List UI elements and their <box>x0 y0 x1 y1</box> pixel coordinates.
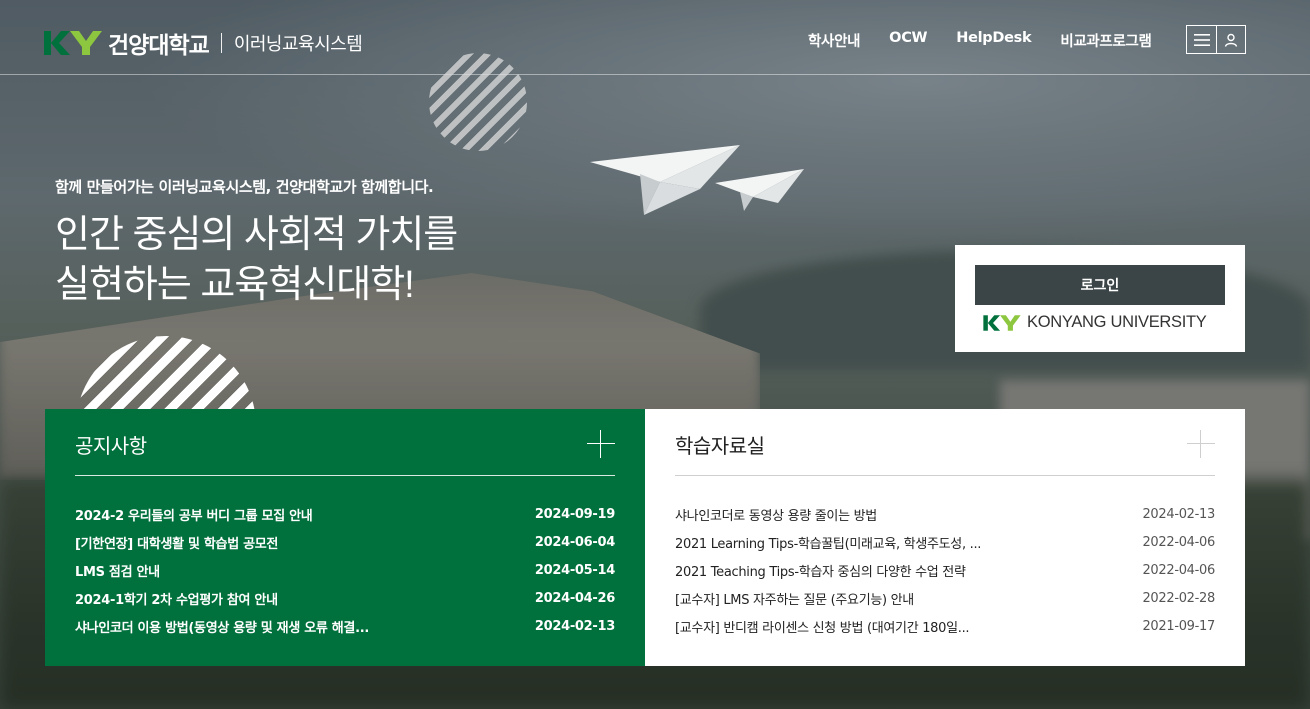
archive-item-date: 2021-09-17 <box>1142 618 1215 634</box>
header-icon-group <box>1186 25 1246 54</box>
notice-title: 공지사항 <box>75 433 147 458</box>
notice-item-title: 2024-1학기 2차 수업평가 참여 안내 <box>75 592 278 608</box>
archive-item-date: 2024-02-13 <box>1142 506 1215 522</box>
notice-more-plus-icon[interactable] <box>587 430 615 458</box>
archive-title: 학습자료실 <box>675 433 765 458</box>
user-icon[interactable] <box>1216 26 1245 53</box>
nav-helpdesk[interactable]: HelpDesk <box>956 30 1031 51</box>
konyang-university-text: KONYANG UNIVERSITY <box>1027 313 1207 331</box>
login-button[interactable]: 로그인 <box>975 265 1225 305</box>
notice-panel-header: 공지사항 <box>75 409 615 476</box>
nav-extracurricular[interactable]: 비교과프로그램 <box>1060 30 1152 51</box>
notice-item-date: 2024-06-04 <box>534 534 615 550</box>
archive-item-date: 2022-04-06 <box>1142 534 1215 550</box>
archive-item[interactable]: [교수자] LMS 자주하는 질문 (주요기능) 안내 2022-02-28 <box>675 584 1215 612</box>
nav-academic-info[interactable]: 학사안내 <box>808 30 860 51</box>
archive-item-title: 샤나인코더로 동영상 용량 줄이는 방법 <box>675 508 877 524</box>
ky-logo-icon <box>983 314 1021 331</box>
notice-item[interactable]: 샤나인코더 이용 방법(동영상 용량 및 재생 오류 해결... 2024-02-… <box>75 612 615 640</box>
site-logo[interactable]: 건양대학교 이러닝교육시스템 <box>44 26 363 60</box>
site-header: 건양대학교 이러닝교육시스템 학사안내 OCW HelpDesk 비교과프로그램 <box>0 0 1310 75</box>
logo-university-name: 건양대학교 <box>108 33 210 59</box>
hero-title-line-2: 실현하는 교육혁신대학! <box>55 264 415 306</box>
notice-item[interactable]: 2024-2 우리들의 공부 버디 그룹 모집 안내 2024-09-19 <box>75 500 615 528</box>
main-nav: 학사안내 OCW HelpDesk 비교과프로그램 <box>808 30 1181 51</box>
archive-item-title: 2021 Teaching Tips-학습자 중심의 다양한 수업 전략 <box>675 564 966 580</box>
decorative-striped-circle <box>429 53 527 151</box>
nav-ocw[interactable]: OCW <box>889 30 927 51</box>
notice-panel: 공지사항 2024-2 우리들의 공부 버디 그룹 모집 안내 2024-09-1… <box>45 409 645 666</box>
archive-item-title: [교수자] LMS 자주하는 질문 (주요기능) 안내 <box>675 592 914 608</box>
paper-plane-icon <box>590 145 804 215</box>
konyang-university-logo: KONYANG UNIVERSITY <box>983 313 1207 332</box>
archive-panel-header: 학습자료실 <box>675 409 1215 476</box>
archive-item-title: [교수자] 반디캠 라이센스 신청 방법 (대여기간 180일... <box>675 620 970 636</box>
hero-title-line-1: 인간 중심의 사회적 가치를 <box>55 214 458 256</box>
archive-item[interactable]: 샤나인코더로 동영상 용량 줄이는 방법 2024-02-13 <box>675 500 1215 528</box>
notice-list: 2024-2 우리들의 공부 버디 그룹 모집 안내 2024-09-19 [기한… <box>75 476 615 640</box>
learning-archive-panel: 학습자료실 샤나인코더로 동영상 용량 줄이는 방법 2024-02-13 202… <box>645 409 1245 666</box>
notice-item-date: 2024-09-19 <box>534 506 615 522</box>
archive-item[interactable]: 2021 Teaching Tips-학습자 중심의 다양한 수업 전략 2022… <box>675 556 1215 584</box>
hero-subtitle: 함께 만들어가는 이러닝교육시스템, 건양대학교가 함께합니다. <box>55 178 434 196</box>
archive-list: 샤나인코더로 동영상 용량 줄이는 방법 2024-02-13 2021 Lear… <box>675 476 1215 640</box>
notice-item[interactable]: 2024-1학기 2차 수업평가 참여 안내 2024-04-26 <box>75 584 615 612</box>
archive-item-date: 2022-02-28 <box>1142 590 1215 606</box>
logo-divider <box>220 33 222 53</box>
notice-item-date: 2024-02-13 <box>534 618 615 634</box>
archive-item-date: 2022-04-06 <box>1142 562 1215 578</box>
notice-item-title: 2024-2 우리들의 공부 버디 그룹 모집 안내 <box>75 508 313 524</box>
notice-item-title: [기한연장] 대학생활 및 학습법 공모전 <box>75 536 279 552</box>
archive-item[interactable]: [교수자] 반디캠 라이센스 신청 방법 (대여기간 180일... 2021-0… <box>675 612 1215 640</box>
notice-item-date: 2024-05-14 <box>534 562 615 578</box>
logo-system-name: 이러닝교육시스템 <box>233 34 363 55</box>
notice-item-title: 샤나인코더 이용 방법(동영상 용량 및 재생 오류 해결... <box>75 620 369 636</box>
ky-logo-icon <box>44 31 102 55</box>
hero-title: 인간 중심의 사회적 가치를 실현하는 교육혁신대학! <box>55 210 458 310</box>
notice-item[interactable]: LMS 점검 안내 2024-05-14 <box>75 556 615 584</box>
notice-item-title: LMS 점검 안내 <box>75 564 160 580</box>
menu-icon[interactable] <box>1187 26 1216 53</box>
archive-more-plus-icon[interactable] <box>1187 430 1215 458</box>
login-box: 로그인 KONYANG UNIVERSITY <box>955 245 1245 352</box>
archive-item[interactable]: 2021 Learning Tips-학습꿀팁(미래교육, 학생주도성, ...… <box>675 528 1215 556</box>
notice-item[interactable]: [기한연장] 대학생활 및 학습법 공모전 2024-06-04 <box>75 528 615 556</box>
archive-item-title: 2021 Learning Tips-학습꿀팁(미래교육, 학생주도성, ... <box>675 536 982 552</box>
notice-item-date: 2024-04-26 <box>534 590 615 606</box>
